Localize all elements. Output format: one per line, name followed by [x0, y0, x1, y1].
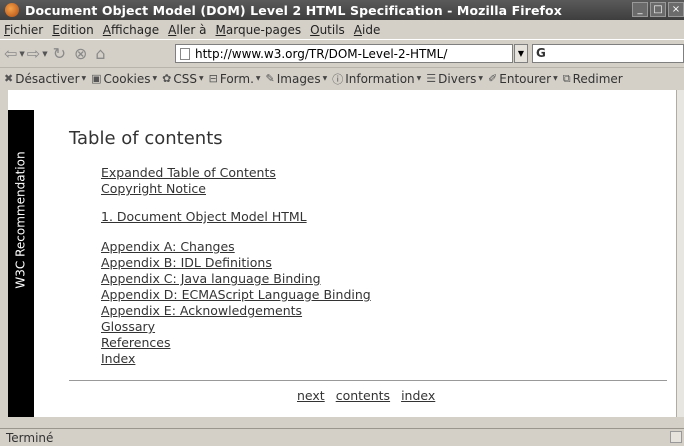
form-icon: ⊟	[208, 72, 218, 85]
outline-icon: ✐	[488, 72, 498, 85]
tb-desactiver-label: Désactiver	[15, 71, 80, 86]
images-icon: ✎	[265, 72, 275, 85]
back-dropdown-icon[interactable]: ▼	[19, 50, 24, 58]
toc-link-appendix-c[interactable]: Appendix C: Java language Binding	[101, 271, 321, 286]
toc-link-expanded[interactable]: Expanded Table of Contents	[101, 165, 276, 180]
tb-divers[interactable]: ☰ Divers ▼	[426, 72, 483, 86]
tb-entourer-label: Entourer	[499, 71, 552, 86]
stop-icon[interactable]: ⊗	[74, 43, 87, 65]
dropdown-arrow-icon: ▼	[199, 75, 204, 82]
window-title: Document Object Model (DOM) Level 2 HTML…	[25, 2, 562, 18]
dropdown-arrow-icon: ▼	[416, 75, 422, 82]
dropdown-arrow-icon: ▼	[553, 75, 558, 82]
tb-information[interactable]: ⓘ Information ▼	[332, 71, 421, 87]
minimize-button[interactable]: _	[632, 2, 648, 17]
tb-cookies[interactable]: ▣ Cookies ▼	[91, 72, 157, 86]
info-icon: ⓘ	[332, 72, 344, 86]
tb-redimensionner-label: Redimer	[572, 71, 623, 86]
search-engine-icon: G	[536, 46, 546, 60]
firefox-icon	[5, 3, 19, 17]
forward-icon[interactable]: ⇨	[27, 43, 40, 65]
toc-link-index[interactable]: Index	[101, 351, 135, 366]
maximize-button[interactable]: □	[650, 2, 666, 17]
tb-information-label: Information	[345, 71, 415, 86]
w3c-recommendation-label-wrapper: W3C Recommendation	[8, 130, 34, 310]
index-link[interactable]: index	[401, 388, 435, 403]
tb-images-label: Images	[276, 71, 321, 86]
forward-dropdown-icon[interactable]: ▼	[42, 50, 47, 58]
tb-desactiver[interactable]: ✖ Désactiver ▼	[4, 72, 86, 86]
css-icon: ✿	[162, 72, 172, 85]
content-top-area	[8, 90, 676, 110]
menu-fichier[interactable]: Fichier	[4, 23, 43, 37]
toc-link-appendix-b[interactable]: Appendix B: IDL Definitions	[101, 255, 272, 270]
window-titlebar: Document Object Model (DOM) Level 2 HTML…	[0, 0, 684, 20]
close-button[interactable]: ×	[668, 2, 684, 17]
menu-aide[interactable]: Aide	[354, 23, 381, 37]
status-bar: Terminé	[0, 428, 684, 446]
dropdown-arrow-icon: ▼	[152, 75, 158, 82]
dropdown-arrow-icon: ▼	[255, 75, 261, 82]
vertical-scrollbar[interactable]	[676, 90, 684, 417]
home-icon[interactable]: ⌂	[95, 43, 105, 65]
webdev-toolbar: ✖ Désactiver ▼ ▣ Cookies ▼ ✿ CSS ▼ ⊟ Form. ▼ ✎ Im…	[0, 67, 684, 89]
status-text: Terminé	[6, 430, 54, 445]
cookie-icon: ▣	[91, 72, 102, 85]
contents-link[interactable]: contents	[336, 388, 390, 403]
reload-icon[interactable]: ↻	[53, 43, 66, 65]
url-dropdown-icon[interactable]: ▼	[514, 44, 528, 63]
tb-divers-label: Divers	[438, 71, 477, 86]
next-link[interactable]: next	[297, 388, 325, 403]
toc-link-references[interactable]: References	[101, 335, 170, 350]
url-text: http://www.w3.org/TR/DOM-Level-2-HTML/	[195, 46, 448, 61]
tb-form-label: Form.	[219, 71, 254, 86]
toc-link-appendix-a[interactable]: Appendix A: Changes	[101, 239, 235, 254]
toc-link-appendix-d[interactable]: Appendix D: ECMAScript Language Binding	[101, 287, 371, 302]
resize-icon: ⧉	[562, 71, 571, 85]
resize-grip-icon[interactable]	[670, 431, 682, 443]
toc-link-dom-html[interactable]: 1. Document Object Model HTML	[101, 209, 307, 224]
toc-link-appendix-e[interactable]: Appendix E: Acknowledgements	[101, 303, 302, 318]
toc-heading: Table of contents	[69, 128, 223, 149]
url-input[interactable]: http://www.w3.org/TR/DOM-Level-2-HTML/	[175, 44, 513, 63]
tb-entourer[interactable]: ✐ Entourer ▼	[488, 72, 558, 86]
dropdown-arrow-icon: ▼	[478, 75, 484, 82]
menu-affichage[interactable]: Affichage	[103, 23, 159, 37]
tb-redimensionner[interactable]: ⧉ Redimer	[563, 72, 623, 86]
misc-icon: ☰	[426, 72, 437, 85]
search-input[interactable]: G	[532, 44, 684, 63]
divider	[69, 380, 667, 381]
disable-icon: ✖	[4, 72, 14, 85]
menu-edition[interactable]: Edition	[52, 23, 94, 37]
dropdown-arrow-icon: ▼	[81, 75, 87, 82]
tb-form[interactable]: ⊟ Form. ▼	[209, 72, 261, 86]
menu-aller-a[interactable]: Aller à	[168, 23, 206, 37]
navigation-toolbar: ⇦ ▼ ⇨ ▼ ↻ ⊗ ⌂ http://www.w3.org/TR/DOM-L…	[0, 39, 684, 67]
tb-css[interactable]: ✿ CSS ▼	[162, 72, 203, 86]
toc-link-glossary[interactable]: Glossary	[101, 319, 155, 334]
tb-images[interactable]: ✎ Images ▼	[266, 72, 328, 86]
w3c-recommendation-label: W3C Recommendation	[14, 151, 29, 289]
tb-cookies-label: Cookies	[103, 71, 151, 86]
footer-navigation: next contents index	[297, 388, 435, 403]
page-icon	[180, 47, 190, 60]
menu-marque-pages[interactable]: Marque-pages	[216, 23, 302, 37]
dropdown-arrow-icon: ▼	[322, 75, 328, 82]
menu-outils[interactable]: Outils	[310, 23, 345, 37]
menu-bar: Fichier Edition Affichage Aller à Marque…	[0, 20, 684, 39]
toc-link-copyright[interactable]: Copyright Notice	[101, 181, 206, 196]
back-icon[interactable]: ⇦	[4, 43, 17, 65]
tb-css-label: CSS	[173, 71, 197, 86]
